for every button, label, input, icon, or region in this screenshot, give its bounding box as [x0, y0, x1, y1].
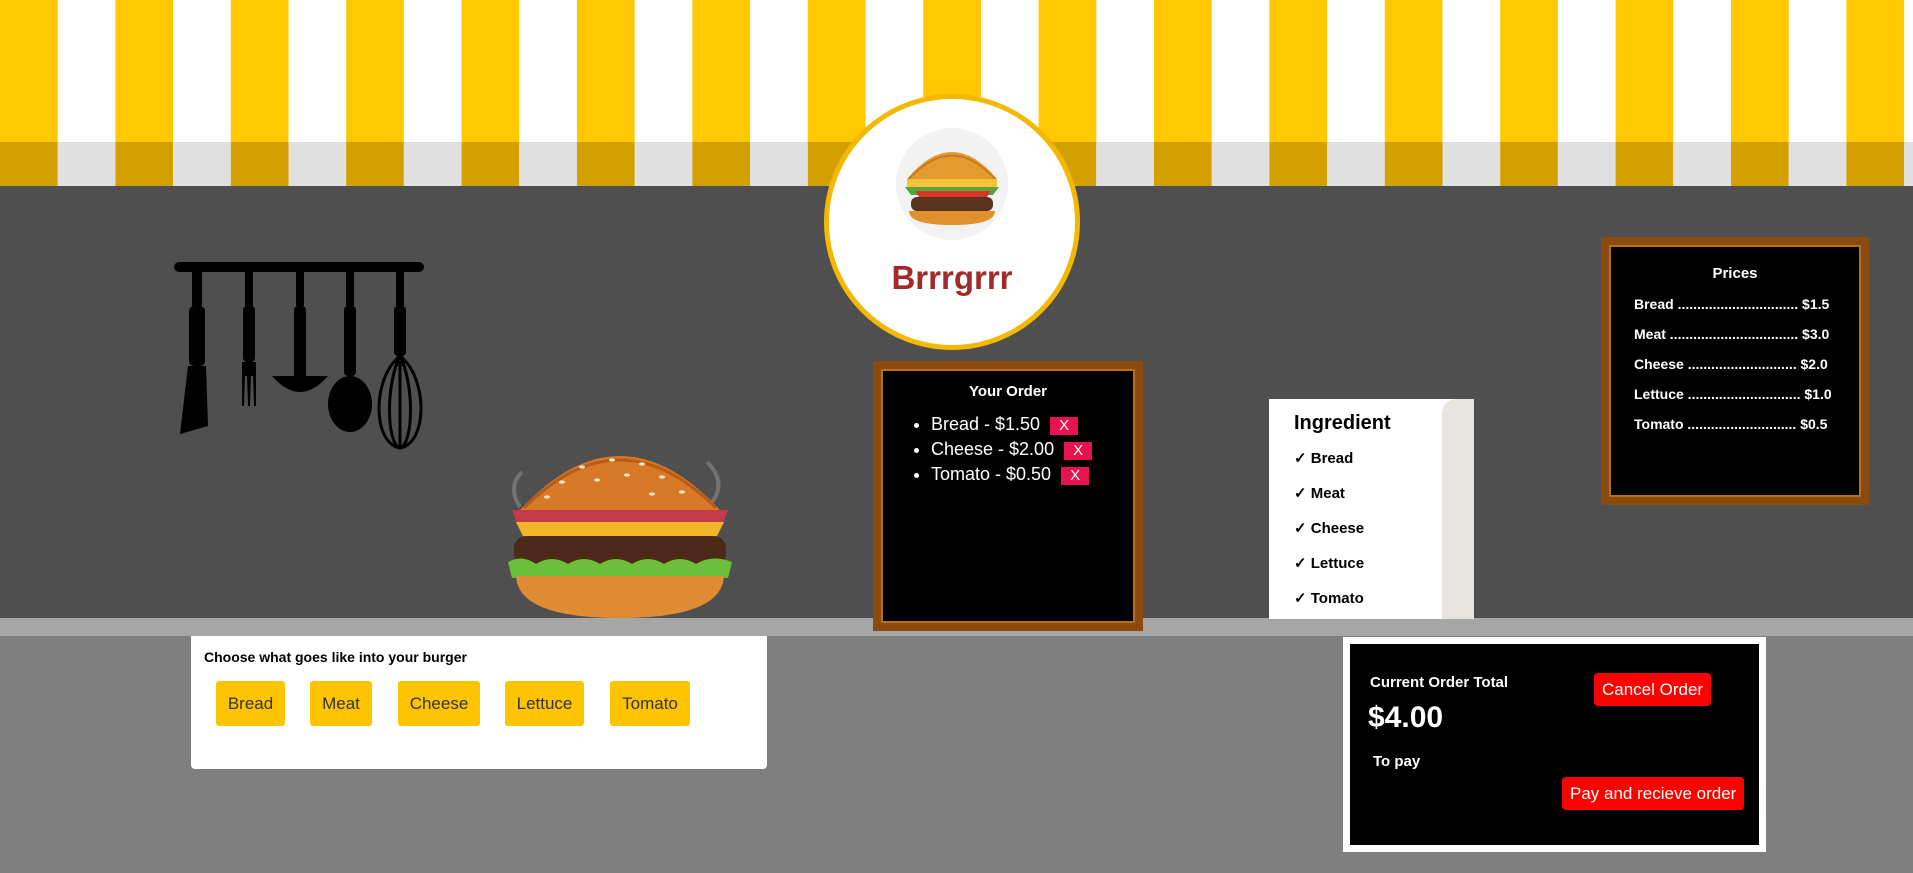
order-item: Cheese - $2.00 X — [931, 439, 1135, 460]
total-label: Current Order Total — [1370, 674, 1509, 691]
prices-board: Prices Bread ...........................… — [1601, 237, 1869, 505]
total-amount: $4.00 — [1368, 701, 1444, 734]
order-list: Bread - $1.50 X Cheese - $2.00 X Tomato - … — [881, 414, 1135, 485]
order-board-title: Your Order — [968, 383, 1048, 400]
price-row: Meat ................................. $… — [1634, 326, 1830, 342]
remove-item-button[interactable]: X — [1050, 417, 1079, 435]
kitchen-utensils-icon — [174, 262, 424, 450]
burger-icon — [896, 128, 1008, 240]
prices-board-title: Prices — [1712, 265, 1758, 282]
ingredient-receipt: Ingredient ✓ Bread ✓ Meat ✓ Cheese ✓ Let… — [1269, 399, 1474, 619]
price-row: Bread ............................... $1… — [1634, 296, 1830, 312]
receipt-item: ✓ Bread — [1294, 450, 1354, 467]
order-item: Bread - $1.50 X — [931, 414, 1135, 435]
cancel-order-button[interactable]: Cancel Order — [1594, 673, 1712, 706]
add-tomato-button[interactable]: Tomato — [610, 681, 690, 726]
receipt-item: ✓ Tomato — [1294, 590, 1364, 607]
add-lettuce-button[interactable]: Lettuce — [505, 681, 584, 726]
receipt-curl — [1442, 399, 1474, 619]
ingredient-picker: Choose what goes like into your burger B… — [191, 636, 767, 769]
remove-item-button[interactable]: X — [1064, 442, 1093, 460]
pay-button[interactable]: Pay and recieve order — [1562, 777, 1745, 810]
add-meat-button[interactable]: Meat — [310, 681, 372, 726]
receipt-title: Ingredient — [1294, 412, 1391, 434]
add-bread-button[interactable]: Bread — [216, 681, 285, 726]
price-row: Tomato ............................ $0.5 — [1634, 416, 1828, 432]
brand-logo: Brrrgrrr — [824, 94, 1080, 350]
order-board: Your Order Bread - $1.50 X Cheese - $2.00… — [873, 361, 1143, 631]
price-row: Lettuce ............................. $1… — [1634, 386, 1832, 402]
add-cheese-button[interactable]: Cheese — [398, 681, 480, 726]
price-row: Cheese ............................ $2.0 — [1634, 356, 1828, 372]
order-item-label: Cheese - $2.00 — [931, 439, 1055, 459]
order-item-label: Bread - $1.50 — [931, 414, 1041, 434]
order-item: Tomato - $0.50 X — [931, 464, 1135, 485]
remove-item-button[interactable]: X — [1061, 467, 1090, 485]
picker-title: Choose what goes like into your burger — [204, 649, 467, 665]
to-pay-label: To pay — [1373, 753, 1421, 770]
burger-image — [508, 456, 732, 618]
receipt-item: ✓ Lettuce — [1294, 555, 1365, 572]
order-item-label: Tomato - $0.50 — [931, 464, 1052, 484]
order-total-panel: Current Order Total $4.00 To pay Cancel … — [1343, 637, 1766, 852]
receipt-item: ✓ Cheese — [1294, 520, 1365, 537]
brand-name: Brrrgrrr — [891, 259, 1013, 296]
receipt-item: ✓ Meat — [1294, 485, 1345, 502]
receipt-list: ✓ Bread ✓ Meat ✓ Cheese ✓ Lettuce ✓ Toma… — [1294, 449, 1364, 619]
